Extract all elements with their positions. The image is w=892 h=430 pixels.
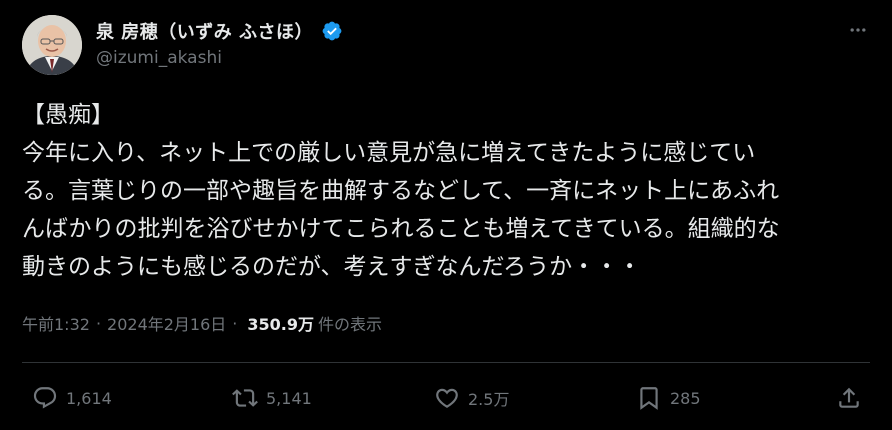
action-bar: 1,614 5,141 2.5万 285 <box>0 378 892 418</box>
like-count: 2.5万 <box>468 390 510 409</box>
share-icon <box>836 385 862 411</box>
meta-separator: · <box>232 313 238 333</box>
post-line: 動きのようにも感じるのだが、考えすぎなんだろうか・・・ <box>22 254 642 280</box>
post-time[interactable]: 午前1:32 <box>22 311 90 335</box>
reply-count: 1,614 <box>66 388 112 408</box>
author-name-row: 泉 房穂（いずみ ふさほ） <box>96 18 343 44</box>
repost-count: 5,141 <box>266 388 312 408</box>
more-dots-icon <box>848 20 868 44</box>
repost-button[interactable]: 5,141 <box>232 378 312 418</box>
avatar[interactable] <box>22 15 82 75</box>
post-line: んばかりの批判を浴びせかけてこられることも増えてきている。組織的な <box>22 216 780 242</box>
post-meta: 午前1:32 · 2024年2月16日 · 350.9万 件の表示 <box>22 310 382 336</box>
views-count[interactable]: 350.9万 <box>247 311 314 335</box>
verified-badge-icon <box>321 20 343 42</box>
divider <box>22 362 870 363</box>
post-line: る。言葉じりの一部や趣旨を曲解するなどして、一斉にネット上にあふれ <box>22 178 780 204</box>
reply-icon <box>32 385 58 411</box>
tweet: 泉 房穂（いずみ ふさほ） @izumi_akashi 【愚痴】 今年に入り、ネ… <box>0 0 892 430</box>
like-button[interactable]: 2.5万 <box>434 378 509 418</box>
bookmark-icon <box>636 385 662 411</box>
views-label: 件の表示 <box>318 315 383 334</box>
meta-separator: · <box>95 313 102 333</box>
bookmark-button[interactable]: 285 <box>636 378 701 418</box>
share-button[interactable] <box>836 378 862 418</box>
post-line: 今年に入り、ネット上での厳しい意見が急に増えてきたように感じてい <box>22 140 756 166</box>
more-options-button[interactable] <box>844 18 872 46</box>
heart-icon <box>434 385 460 411</box>
post-line: 【愚痴】 <box>22 102 114 128</box>
repost-icon <box>232 385 258 411</box>
author-handle[interactable]: @izumi_akashi <box>96 48 222 68</box>
reply-button[interactable]: 1,614 <box>32 378 112 418</box>
bookmark-count: 285 <box>670 388 701 408</box>
author-display-name[interactable]: 泉 房穂（いずみ ふさほ） <box>96 18 313 44</box>
post-text: 【愚痴】 今年に入り、ネット上での厳しい意見が急に増えてきたように感じてい る。… <box>22 96 872 286</box>
post-date[interactable]: 2024年2月16日 <box>107 311 226 335</box>
